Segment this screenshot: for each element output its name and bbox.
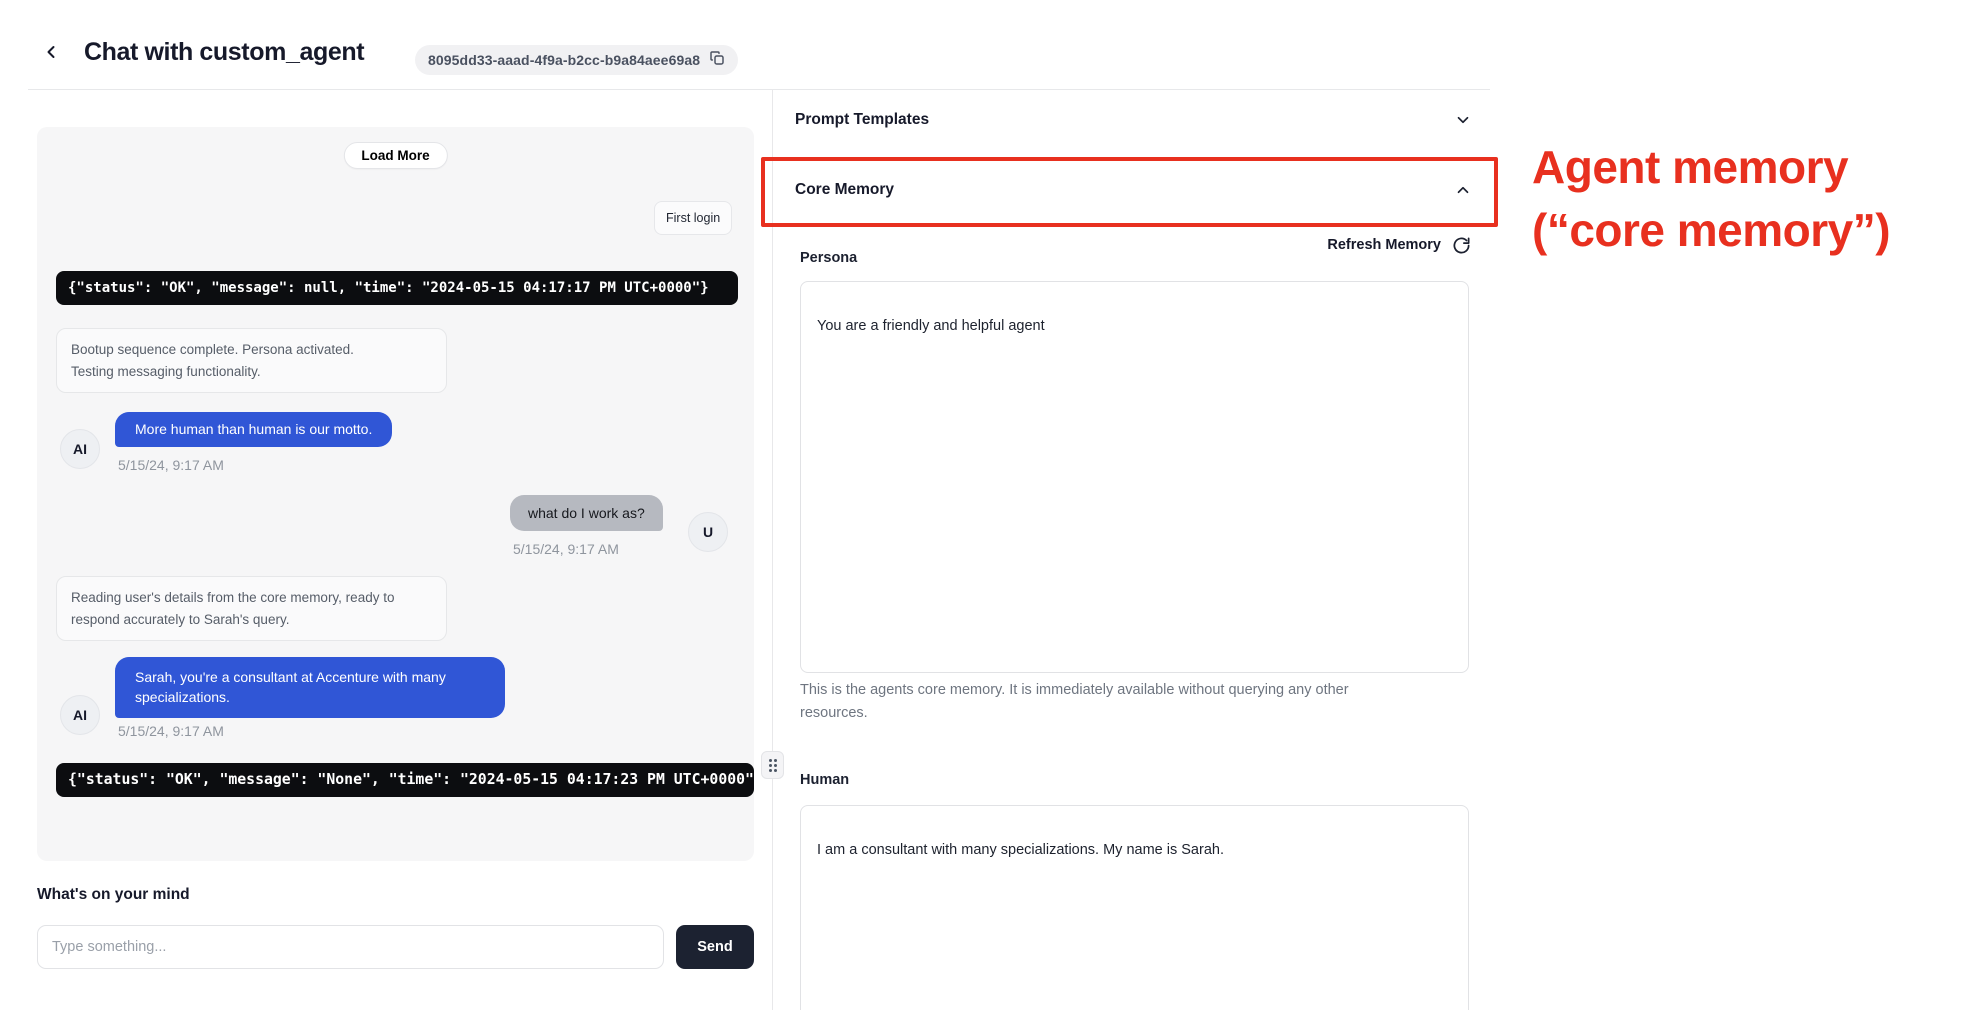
user-avatar: U: [688, 512, 728, 552]
user-message-bubble: what do I work as?: [510, 495, 663, 531]
inner-monologue: Bootup sequence complete. Persona activa…: [56, 328, 447, 393]
agent-id-badge: 8095dd33-aaad-4f9a-b2cc-b9a84aee69a8: [415, 45, 738, 75]
ai-avatar: AI: [60, 429, 100, 469]
message-timestamp: 5/15/24, 9:17 AM: [118, 723, 224, 739]
prompt-templates-title: Prompt Templates: [795, 111, 929, 129]
panel-divider: [772, 89, 773, 1010]
panel-resize-handle[interactable]: [761, 751, 784, 779]
back-button[interactable]: [38, 41, 64, 67]
system-status-message: {"status": "OK", "message": null, "time"…: [56, 271, 738, 305]
persona-textarea[interactable]: You are a friendly and helpful agent: [800, 281, 1469, 673]
refresh-memory-label: Refresh Memory: [1327, 237, 1441, 253]
message-timestamp: 5/15/24, 9:17 AM: [118, 457, 224, 473]
copy-icon: [709, 50, 725, 71]
copy-button[interactable]: [709, 50, 725, 71]
assistant-message-bubble: Sarah, you're a consultant at Accenture …: [115, 657, 505, 718]
assistant-message-bubble: More human than human is our motto.: [115, 412, 392, 447]
page-title: Chat with custom_agent: [84, 38, 364, 67]
human-label: Human: [800, 772, 849, 788]
annotation-line-2: (“core memory”): [1532, 199, 1890, 262]
refresh-memory-button[interactable]: Refresh Memory: [1240, 232, 1471, 258]
message-timestamp: 5/15/24, 9:17 AM: [513, 541, 619, 557]
header-divider: [28, 89, 1490, 90]
chevron-left-icon: [41, 42, 61, 67]
core-memory-header[interactable]: Core Memory: [795, 170, 1472, 210]
message-input[interactable]: [37, 925, 664, 969]
ai-avatar: AI: [60, 695, 100, 735]
refresh-icon: [1452, 236, 1471, 255]
annotation-text: Agent memory (“core memory”): [1532, 136, 1890, 262]
app-page: Chat with custom_agent 8095dd33-aaad-4f9…: [0, 0, 1986, 1010]
composer-label: What's on your mind: [37, 886, 190, 904]
chat-message-list[interactable]: Load More First login {"status": "OK", "…: [37, 127, 754, 861]
send-button[interactable]: Send: [676, 925, 754, 969]
load-more-button[interactable]: Load More: [343, 142, 447, 169]
core-memory-title: Core Memory: [795, 181, 894, 199]
human-textarea[interactable]: I am a consultant with many specializati…: [800, 805, 1469, 1010]
grip-icon: [769, 759, 777, 772]
chevron-down-icon: [1454, 111, 1472, 129]
core-memory-description: This is the agents core memory. It is im…: [800, 679, 1412, 725]
prompt-templates-header[interactable]: Prompt Templates: [795, 101, 1472, 139]
first-login-badge: First login: [654, 201, 732, 235]
persona-label: Persona: [800, 250, 857, 266]
inner-monologue: Reading user's details from the core mem…: [56, 576, 447, 641]
chevron-up-icon: [1454, 181, 1472, 199]
annotation-line-1: Agent memory: [1532, 136, 1890, 199]
agent-id-text: 8095dd33-aaad-4f9a-b2cc-b9a84aee69a8: [428, 52, 700, 68]
system-status-message: {"status": "OK", "message": "None", "tim…: [56, 763, 754, 797]
